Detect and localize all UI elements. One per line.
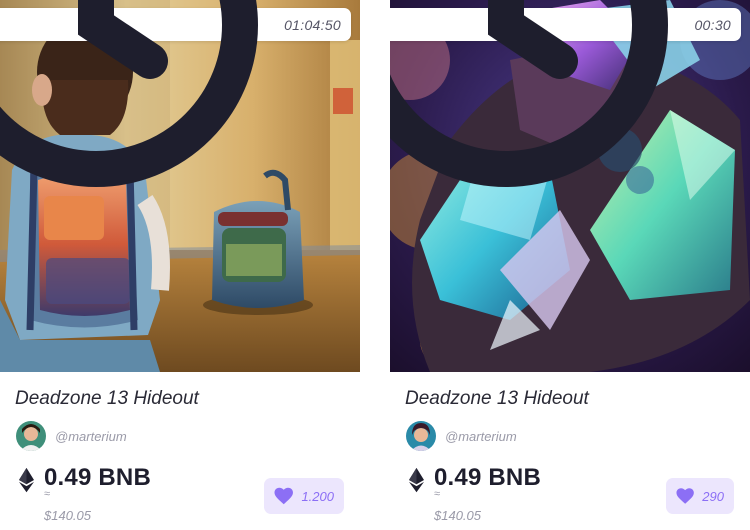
nft-card[interactable]: 00:30 Deadzone 13 Hideout @marterium 0.4… bbox=[390, 0, 750, 530]
creator-handle[interactable]: @marterium bbox=[55, 429, 127, 444]
like-count: 1.200 bbox=[301, 488, 334, 504]
nft-title[interactable]: Deadzone 13 Hideout bbox=[405, 388, 589, 410]
ethereum-icon bbox=[409, 467, 424, 493]
creator-avatar[interactable] bbox=[406, 421, 436, 451]
approx-sign: ≈ bbox=[44, 488, 51, 500]
price-block: 0.49 BNB ≈ $140.05 bbox=[409, 462, 541, 523]
creator-info[interactable]: @marterium bbox=[16, 421, 127, 451]
clock-icon bbox=[0, 0, 259, 187]
creator-info[interactable]: @marterium bbox=[406, 421, 517, 451]
usd-price: $140.05 bbox=[434, 508, 481, 523]
timer-countdown: 01:04:50 bbox=[284, 16, 341, 33]
timer-badge: 00:30 bbox=[390, 0, 741, 187]
timer-countdown: 00:30 bbox=[694, 16, 731, 33]
timer-badge: 01:04:50 bbox=[0, 0, 351, 187]
creator-avatar[interactable] bbox=[16, 421, 46, 451]
ethereum-icon bbox=[19, 467, 34, 493]
nft-card[interactable]: 01:04:50 Deadzone 13 Hideout @marterium … bbox=[0, 0, 360, 530]
crypto-price: 0.49 BNB bbox=[434, 464, 541, 491]
like-count: 290 bbox=[702, 488, 724, 504]
like-button[interactable]: 1.200 bbox=[264, 478, 344, 514]
heart-icon bbox=[676, 488, 694, 504]
like-button[interactable]: 290 bbox=[666, 478, 734, 514]
crypto-price: 0.49 BNB bbox=[44, 464, 151, 491]
creator-handle[interactable]: @marterium bbox=[445, 429, 517, 444]
heart-icon bbox=[274, 487, 293, 505]
nft-title[interactable]: Deadzone 13 Hideout bbox=[15, 388, 199, 410]
nft-artwork[interactable]: 01:04:50 bbox=[0, 0, 360, 372]
nft-artwork[interactable]: 00:30 bbox=[390, 0, 750, 372]
clock-icon bbox=[390, 0, 669, 187]
price-block: 0.49 BNB ≈ $140.05 bbox=[19, 462, 151, 523]
usd-price: $140.05 bbox=[44, 508, 91, 523]
approx-sign: ≈ bbox=[434, 488, 441, 500]
